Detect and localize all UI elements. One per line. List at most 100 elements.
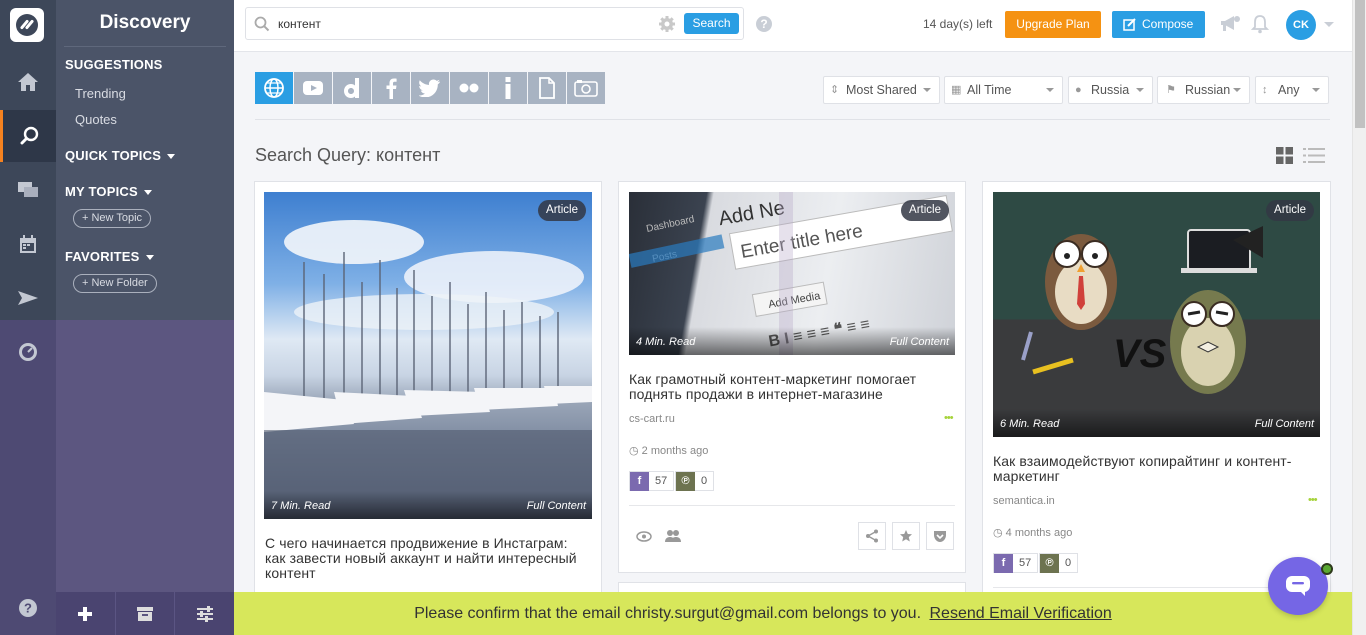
- article-title[interactable]: Как грамотный контент-маркетинг помогает…: [629, 372, 959, 402]
- source-youtube-button[interactable]: [294, 72, 332, 104]
- article-time-ago: 4 months ago: [1005, 527, 1073, 539]
- users-icon[interactable]: [665, 529, 681, 543]
- new-folder-button[interactable]: + New Folder: [73, 274, 157, 293]
- facebook-shares[interactable]: f 57: [993, 553, 1039, 573]
- source-twitter-button[interactable]: [411, 72, 449, 104]
- resend-verification-link[interactable]: Resend Email Verification: [929, 605, 1111, 622]
- full-content-label[interactable]: Full Content: [890, 336, 949, 348]
- time-range-dropdown[interactable]: ▦ All Time: [944, 76, 1063, 104]
- article-domain[interactable]: cs-cart.ru: [629, 413, 675, 425]
- language-dropdown[interactable]: ⚑ Russian: [1157, 76, 1250, 104]
- full-content-label[interactable]: Full Content: [1255, 418, 1314, 430]
- bell-icon[interactable]: [1251, 14, 1269, 34]
- source-dailymotion-button[interactable]: [333, 72, 371, 104]
- source-info-button[interactable]: [489, 72, 527, 104]
- help-icon[interactable]: ?: [0, 582, 56, 634]
- marina-illustration: [264, 220, 592, 519]
- top-bar: Search ? 14 day(s) left Upgrade Plan Com…: [234, 0, 1352, 52]
- pocket-icon: [934, 531, 946, 542]
- globe-small-icon: ●: [1075, 84, 1082, 96]
- gear-icon[interactable]: [658, 15, 676, 33]
- edit-icon: [1123, 18, 1136, 31]
- globe-icon: [264, 78, 284, 98]
- list-view-icon[interactable]: [1303, 147, 1325, 164]
- my-topics-heading[interactable]: MY TOPICS: [65, 184, 152, 199]
- chevron-down-icon: [1046, 88, 1054, 92]
- save-to-pocket-button[interactable]: [926, 522, 954, 550]
- search-input[interactable]: [278, 15, 658, 33]
- calendar-icon[interactable]: [0, 218, 56, 270]
- archive-icon[interactable]: [114, 592, 175, 635]
- pinterest-shares[interactable]: ℗ 0: [1039, 553, 1079, 573]
- home-icon[interactable]: [0, 56, 56, 108]
- article-domain[interactable]: semantica.in: [993, 495, 1055, 507]
- region-dropdown[interactable]: ● Russia: [1068, 76, 1153, 104]
- help-circle-icon[interactable]: ?: [755, 15, 773, 33]
- analytics-gauge-icon[interactable]: [0, 326, 56, 378]
- upgrade-plan-button[interactable]: Upgrade Plan: [1005, 11, 1101, 38]
- megaphone-icon[interactable]: [1219, 14, 1241, 34]
- search-box: Search: [245, 7, 744, 40]
- sort-dropdown[interactable]: ⇕ Most Shared: [823, 76, 940, 104]
- more-dots-icon[interactable]: •••: [1308, 494, 1318, 506]
- source-web-button[interactable]: [255, 72, 293, 104]
- full-content-label[interactable]: Full Content: [527, 500, 586, 512]
- sidebar-item-quotes[interactable]: Quotes: [75, 112, 117, 127]
- svg-text:?: ?: [24, 601, 32, 616]
- scrollbar[interactable]: [1352, 0, 1366, 635]
- content-length-dropdown[interactable]: ↕ Any: [1255, 76, 1329, 104]
- favorites-heading[interactable]: FAVORITES: [65, 249, 154, 264]
- sidebar: Discovery SUGGESTIONS Trending Quotes QU…: [56, 0, 234, 635]
- facebook-shares[interactable]: f 57: [629, 471, 675, 491]
- quick-topics-heading[interactable]: QUICK TOPICS: [65, 148, 176, 163]
- more-dots-icon[interactable]: •••: [944, 412, 954, 424]
- send-icon[interactable]: [0, 272, 56, 324]
- source-document-button[interactable]: [528, 72, 566, 104]
- scrollbar-thumb[interactable]: [1355, 0, 1365, 128]
- twitter-icon: [419, 79, 440, 97]
- compose-button[interactable]: Compose: [1112, 11, 1205, 38]
- source-instagram-button[interactable]: [567, 72, 605, 104]
- article-card[interactable]: Article 7 Min. Read Full Content С чего …: [254, 181, 602, 601]
- trial-days-left: 14 day(s) left: [923, 17, 993, 31]
- sidebar-item-trending[interactable]: Trending: [75, 86, 126, 101]
- article-card[interactable]: Add Ne Enter title here Add Media B I ≡ …: [618, 181, 966, 573]
- chat-icon: [1286, 576, 1310, 596]
- chevron-down-icon[interactable]: [1323, 21, 1335, 29]
- pinterest-shares[interactable]: ℗ 0: [675, 471, 715, 491]
- read-time: 7 Min. Read: [271, 500, 331, 512]
- article-image[interactable]: Article 7 Min. Read Full Content: [264, 192, 592, 519]
- chat-bubbles-icon[interactable]: [0, 164, 56, 216]
- source-facebook-button[interactable]: [372, 72, 410, 104]
- sidebar-title: Discovery: [99, 12, 191, 33]
- instagram-icon: [574, 80, 598, 97]
- eye-icon[interactable]: [636, 531, 652, 542]
- filter-divider: [255, 119, 1330, 120]
- discovery-search-icon[interactable]: [0, 110, 56, 162]
- article-card[interactable]: VS Article 6 Min. Read Full Content Как …: [982, 181, 1331, 601]
- article-image[interactable]: VS Article 6 Min. Read Full Content: [993, 192, 1320, 437]
- article-title[interactable]: С чего начинается продвижение в Инстагра…: [265, 536, 580, 581]
- search-icon: [254, 16, 270, 32]
- avatar[interactable]: CK: [1286, 10, 1316, 40]
- favorite-button[interactable]: [892, 522, 920, 550]
- source-flickr-button[interactable]: [450, 72, 488, 104]
- new-topic-button[interactable]: + New Topic: [73, 209, 152, 228]
- share-button[interactable]: [858, 522, 886, 550]
- content-type-badge: Article: [538, 200, 586, 221]
- article-image[interactable]: Add Ne Enter title here Add Media B I ≡ …: [629, 192, 955, 355]
- sidebar-bottom-toolbar: [56, 592, 234, 635]
- email-verification-banner: Please confirm that the email christy.su…: [234, 592, 1352, 635]
- chevron-down-icon: [167, 154, 176, 160]
- sliders-settings-icon[interactable]: [174, 592, 234, 635]
- live-chat-button[interactable]: [1268, 557, 1328, 615]
- youtube-icon: [303, 81, 323, 95]
- grid-view-icon[interactable]: [1276, 147, 1293, 164]
- search-button[interactable]: Search: [684, 13, 739, 34]
- article-title[interactable]: Как взаимодействуют копирайтинг и контен…: [993, 454, 1308, 484]
- sort-icon: ⇕: [830, 84, 840, 96]
- logo[interactable]: [10, 8, 44, 42]
- facebook-share-count: 57: [655, 475, 668, 487]
- article-time: ◷ 4 months ago: [993, 526, 1072, 539]
- add-icon[interactable]: [56, 592, 115, 635]
